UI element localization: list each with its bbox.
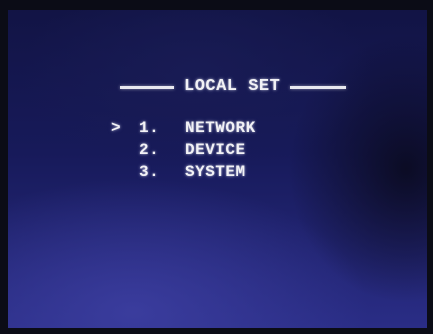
monitor-bezel: LOCAL SET > 1. NETWORK 2. DEVICE 3. SYST…	[0, 0, 433, 334]
title-divider-left	[120, 85, 174, 89]
menu-item-label: SYSTEM	[185, 163, 246, 181]
menu-title: LOCAL SET	[184, 77, 281, 96]
title-divider-right	[290, 85, 347, 89]
menu-item-label: NETWORK	[185, 119, 256, 137]
selection-cursor-icon: >	[111, 119, 122, 137]
menu-item-label: DEVICE	[185, 141, 246, 159]
menu-item-number: 2.	[139, 141, 160, 159]
osd-screen: LOCAL SET > 1. NETWORK 2. DEVICE 3. SYST…	[8, 10, 427, 328]
menu-item-number: 1.	[139, 119, 160, 137]
menu-item-number: 3.	[139, 163, 160, 181]
menu-title-row: LOCAL SET	[120, 77, 347, 97]
